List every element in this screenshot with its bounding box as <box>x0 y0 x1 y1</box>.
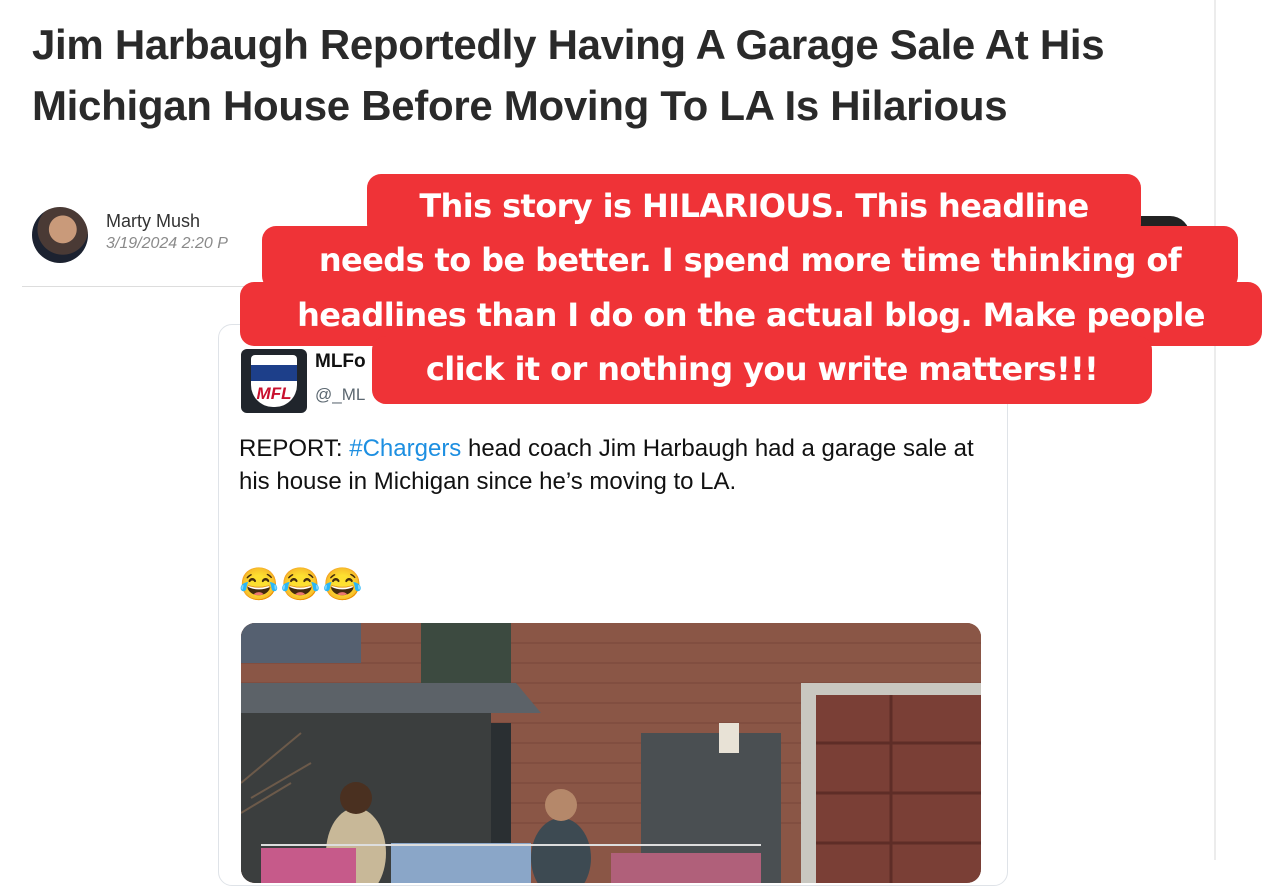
annotation-line-1: This story is HILARIOUS. This headline <box>419 187 1089 225</box>
tweet-emojis: 😂😂😂 <box>239 566 365 602</box>
page-right-border <box>1214 0 1216 860</box>
tweet-author-handle[interactable]: @_ML <box>315 385 365 405</box>
annotation-line-4: click it or nothing you write matters!!! <box>425 350 1099 388</box>
author-name[interactable]: Marty Mush <box>106 211 200 232</box>
person-left-head <box>340 782 372 814</box>
porch-roof <box>241 683 541 713</box>
article-headline: Jim Harbaugh Reportedly Having A Garage … <box>32 21 1105 129</box>
wall-lantern <box>719 723 739 753</box>
tweet-photo-garage-sale[interactable] <box>241 623 981 883</box>
upper-window <box>241 623 361 663</box>
tweet-avatar[interactable]: MFL <box>241 349 307 413</box>
garage-sale-photo-illustration <box>241 623 981 883</box>
shield-stars-band <box>251 365 297 381</box>
author-avatar[interactable] <box>32 207 88 263</box>
mfl-shield-logo: MFL <box>251 355 297 407</box>
embedded-tweet[interactable]: MFL MLFo @_ML REPORT: #Chargers head coa… <box>218 324 1008 886</box>
publish-date: 3/19/2024 2:20 P <box>106 235 228 252</box>
hashtag-link[interactable]: #Chargers <box>349 435 461 462</box>
person-center-head <box>545 789 577 821</box>
tweet-author-name[interactable]: MLFo <box>315 351 366 373</box>
annotation-line-3: headlines than I do on the actual blog. … <box>297 296 1205 334</box>
garage-door <box>816 695 981 883</box>
annotation-line-2: needs to be better. I spend more time th… <box>318 241 1182 279</box>
shield-logo-text: MFL <box>256 384 292 403</box>
tweet-text: REPORT: #Chargers head coach Jim Harbaug… <box>239 432 989 498</box>
tweet-text-prefix: REPORT: <box>239 435 350 462</box>
